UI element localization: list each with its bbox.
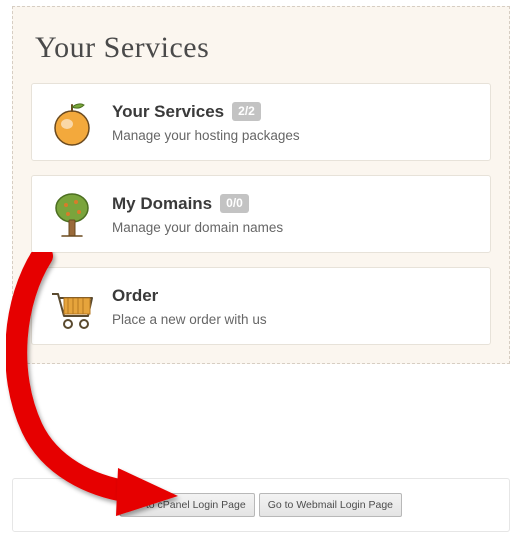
card-subtitle: Manage your domain names <box>112 220 476 235</box>
cart-icon <box>46 280 98 332</box>
card-subtitle: Place a new order with us <box>112 312 476 327</box>
card-title: Order <box>112 286 158 306</box>
card-title: Your Services <box>112 102 224 122</box>
services-count-badge: 2/2 <box>232 102 261 120</box>
card-title: My Domains <box>112 194 212 214</box>
card-body: Order Place a new order with us <box>112 286 476 327</box>
card-body: My Domains 0/0 Manage your domain names <box>112 194 476 235</box>
services-panel: Your Services Your Services 2/2 Manage y… <box>12 6 510 364</box>
card-your-services[interactable]: Your Services 2/2 Manage your hosting pa… <box>31 83 491 161</box>
webmail-login-button[interactable]: Go to Webmail Login Page <box>259 493 402 517</box>
orange-icon <box>46 96 98 148</box>
login-button-bar: Go to cPanel Login Page Go to Webmail Lo… <box>12 478 510 532</box>
cpanel-login-button[interactable]: Go to cPanel Login Page <box>120 493 255 517</box>
card-subtitle: Manage your hosting packages <box>112 128 476 143</box>
panel-title: Your Services <box>35 31 491 65</box>
card-my-domains[interactable]: My Domains 0/0 Manage your domain names <box>31 175 491 253</box>
card-body: Your Services 2/2 Manage your hosting pa… <box>112 102 476 143</box>
domains-count-badge: 0/0 <box>220 194 249 212</box>
tree-icon <box>46 188 98 240</box>
card-order[interactable]: Order Place a new order with us <box>31 267 491 345</box>
